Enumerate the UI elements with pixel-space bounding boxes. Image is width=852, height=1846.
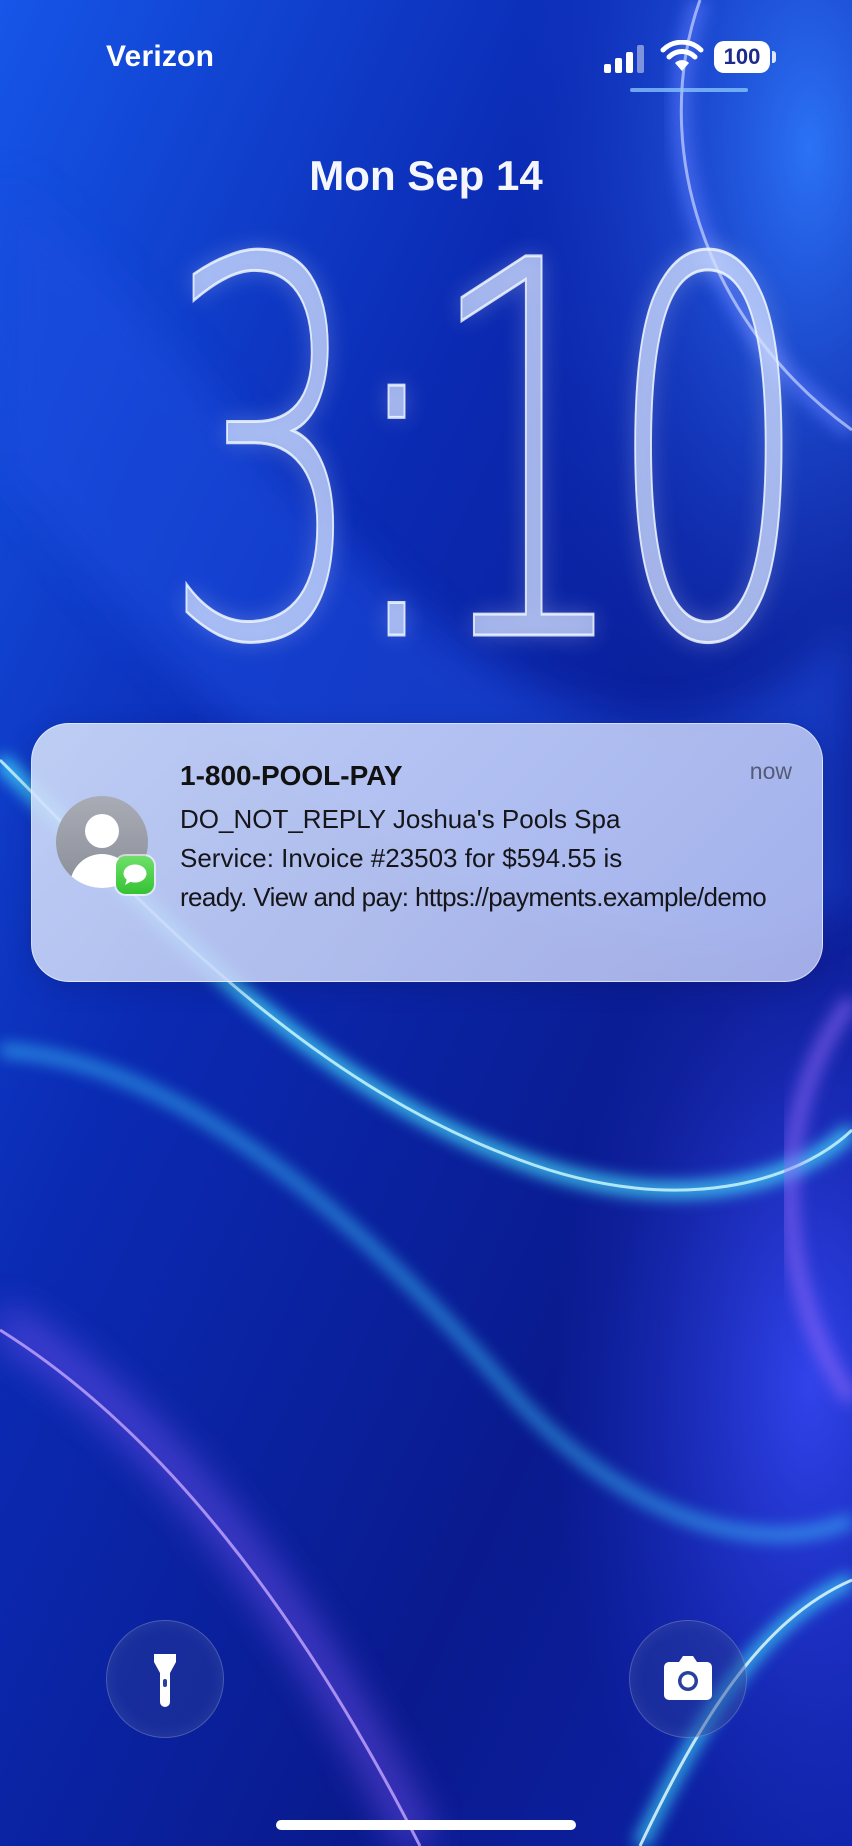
message-notification[interactable]: 1-800-POOL-PAY now DO_NOT_REPLY Joshua's… [31, 723, 823, 982]
flashlight-icon [154, 1654, 176, 1707]
wifi-icon [660, 40, 704, 71]
battery-indicator: 100 [714, 41, 776, 73]
notification-body-line: Service: Invoice #23503 for $594.55 is [180, 843, 623, 873]
cellular-signal-icon [604, 45, 644, 73]
home-indicator[interactable] [276, 1820, 576, 1830]
notification-body: DO_NOT_REPLY Joshua's Pools Spa Service:… [180, 800, 805, 917]
notification-body-line: ready. View and pay: https://payments.ex… [180, 882, 767, 912]
messages-icon [116, 856, 154, 894]
camera-icon [664, 1656, 712, 1700]
notification-sender: 1-800-POOL-PAY [180, 760, 403, 791]
carrier-name: Verizon [106, 40, 215, 73]
status-indicator-line [630, 88, 748, 92]
battery-level: 100 [723, 44, 761, 69]
status-bar: Verizon 100 [0, 0, 852, 110]
battery-cap [772, 51, 776, 63]
lock-screen-time: 3:10 [161, 152, 812, 758]
camera-button[interactable] [629, 1620, 747, 1738]
flashlight-button[interactable] [106, 1620, 224, 1738]
notification-timestamp: now [749, 758, 792, 784]
notification-body-line: DO_NOT_REPLY Joshua's Pools Spa [180, 804, 621, 834]
